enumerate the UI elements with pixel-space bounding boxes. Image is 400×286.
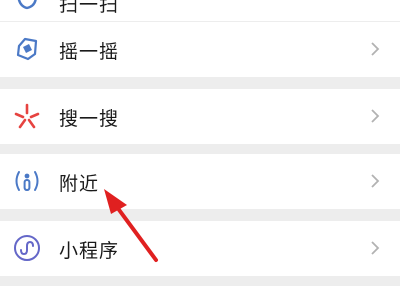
chevron-right-icon bbox=[366, 104, 384, 128]
search-burst-icon bbox=[12, 101, 42, 131]
menu-row-label: 附近 bbox=[59, 173, 100, 195]
menu-row-mini-program[interactable]: 小程序 bbox=[0, 221, 400, 276]
menu-row-scan-partial[interactable]: 扫一扫 bbox=[0, 0, 400, 21]
menu-row-search[interactable]: 搜一搜 bbox=[0, 89, 400, 144]
menu-row-label: 摇一摇 bbox=[59, 41, 120, 63]
menu-row-label: 扫一扫 bbox=[59, 0, 120, 16]
shake-icon bbox=[12, 34, 42, 64]
chevron-right-icon bbox=[366, 169, 384, 193]
chevron-right-icon bbox=[366, 236, 384, 260]
menu-row-nearby[interactable]: 附近 bbox=[0, 154, 400, 209]
menu-row-shake[interactable]: 摇一摇 bbox=[0, 22, 400, 77]
menu-row-label: 搜一搜 bbox=[59, 108, 120, 130]
menu-row-label: 小程序 bbox=[59, 240, 120, 262]
nearby-person-icon bbox=[12, 166, 42, 196]
scan-icon bbox=[12, 0, 42, 16]
chevron-right-icon bbox=[366, 37, 384, 61]
mini-program-icon bbox=[12, 233, 42, 263]
